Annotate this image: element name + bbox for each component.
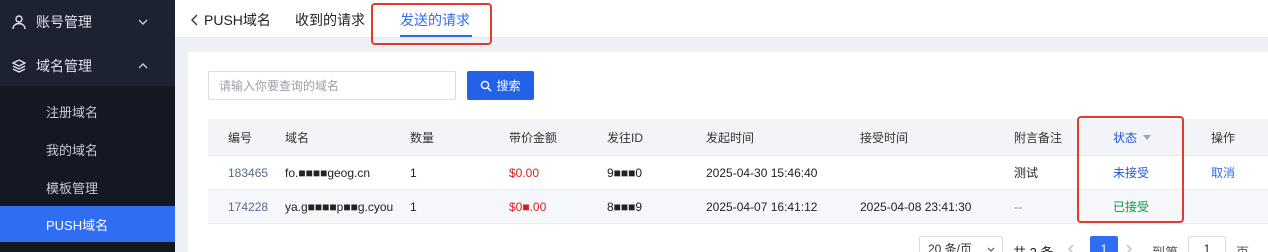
next-page-button[interactable]	[1124, 236, 1144, 252]
tab-received-requests[interactable]: 收到的请求	[295, 10, 365, 30]
back-button[interactable]: PUSH域名	[189, 10, 271, 30]
cell-price: $0.00	[509, 165, 540, 180]
cell-note: 测试	[1014, 166, 1039, 180]
tab-sent-requests[interactable]: 发送的请求	[400, 10, 470, 30]
sidebar-item-push-domain[interactable]: PUSH域名	[0, 206, 175, 242]
pagination-total: 共 2 条	[1013, 242, 1053, 252]
cell-note: --	[1014, 199, 1022, 214]
back-label: PUSH域名	[204, 12, 271, 28]
header-accept-time: 接受时间	[860, 130, 909, 145]
cell-accept-time: 2025-04-08 23:41:30	[860, 199, 972, 214]
status-badge: 未接受	[1113, 166, 1150, 180]
caret-down-icon	[1143, 134, 1152, 140]
page-size-value: 20 条/页	[928, 242, 973, 252]
header-note: 附言备注	[1014, 130, 1063, 145]
table-row: 174228 ya.g■■■■p■■g.cyou 1 $0■.00 8■■■9 …	[208, 190, 1268, 224]
active-tab-indicator	[400, 35, 472, 37]
sidebar-item-register-domain[interactable]: 注册域名	[0, 93, 175, 129]
chevron-down-icon	[137, 15, 149, 31]
table-row: 183465 fo.■■■■geog.cn 1 $0.00 9■■■0 2025…	[208, 156, 1268, 190]
search-button-label: 搜索	[496, 79, 521, 93]
top-tab-bar: PUSH域名 收到的请求 发送的请求	[175, 0, 1268, 38]
prev-page-button[interactable]	[1066, 236, 1086, 252]
cell-domain: fo.■■■■geog.cn	[285, 165, 371, 180]
chevron-up-icon	[137, 59, 149, 75]
user-icon	[10, 13, 28, 31]
sidebar-item-my-domains[interactable]: 我的域名	[0, 131, 175, 167]
layers-icon	[10, 57, 28, 75]
cell-quantity: 1	[410, 165, 417, 180]
page-unit-label: 页	[1236, 242, 1249, 252]
header-quantity: 数量	[410, 130, 435, 145]
cell-price: $0■.00	[509, 199, 547, 214]
main-panel: 搜索 编号 域名 数量 带价金额 发往ID 发起时间 接受时间 附言备注 状态 …	[188, 52, 1268, 252]
chevron-down-icon	[987, 247, 995, 252]
sidebar-group-label: 域名管理	[36, 58, 92, 74]
header-status-sort[interactable]: 状态	[1113, 119, 1152, 155]
sidebar-group-label: 账号管理	[36, 14, 92, 30]
chevron-left-icon	[1068, 244, 1074, 252]
cell-start-time: 2025-04-07 16:41:12	[706, 199, 818, 214]
page-number-current[interactable]: 1	[1090, 236, 1118, 252]
cell-target-id: 9■■■0	[607, 165, 643, 180]
search-button[interactable]: 搜索	[467, 71, 534, 100]
header-id: 编号	[228, 130, 253, 145]
search-input[interactable]	[208, 71, 456, 100]
table-header: 编号 域名 数量 带价金额 发往ID 发起时间 接受时间 附言备注 状态 操作	[208, 119, 1268, 156]
header-action: 操作	[1211, 130, 1236, 145]
header-domain: 域名	[285, 130, 310, 145]
header-price: 带价金额	[509, 130, 558, 145]
cell-target-id: 8■■■9	[607, 199, 643, 214]
chevron-left-icon	[191, 14, 198, 26]
sidebar-item-templates[interactable]: 模板管理	[0, 169, 175, 205]
cell-id: 183465	[228, 165, 269, 180]
cell-id: 174228	[228, 199, 269, 214]
cell-start-time: 2025-04-30 15:46:40	[706, 165, 818, 180]
header-target-id: 发往ID	[607, 130, 644, 145]
chevron-right-icon	[1126, 244, 1132, 252]
cell-domain: ya.g■■■■p■■g.cyou	[285, 199, 394, 214]
goto-page-input[interactable]: 1	[1188, 236, 1226, 252]
sidebar-group-account[interactable]: 账号管理	[0, 0, 175, 44]
status-badge: 已接受	[1113, 200, 1150, 214]
goto-label: 到第	[1152, 242, 1178, 252]
sidebar-submenu: 注册域名 我的域名 模板管理 PUSH域名	[0, 86, 175, 252]
cell-quantity: 1	[410, 199, 417, 214]
search-icon	[481, 80, 492, 91]
header-start-time: 发起时间	[706, 130, 755, 145]
sidebar-group-domain[interactable]: 域名管理	[0, 44, 175, 88]
sidebar: 账号管理 域名管理 注册域名 我的域名 模板管理 PUSH域名	[0, 0, 175, 252]
cancel-request-link[interactable]: 取消	[1211, 156, 1235, 189]
page-size-select[interactable]: 20 条/页	[919, 236, 1003, 252]
header-status-label: 状态	[1113, 130, 1138, 145]
